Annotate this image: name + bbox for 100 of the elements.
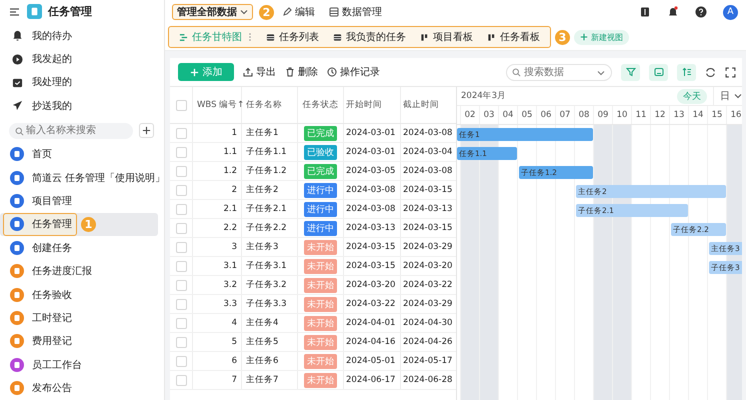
table-cell: 主任务3: [246, 241, 278, 253]
table-cell: 2024-06-28: [403, 375, 452, 385]
sidebar-item[interactable]: 项目管理: [3, 190, 77, 213]
column-header[interactable]: 开始时间: [346, 99, 382, 111]
play-icon: [12, 54, 23, 65]
row-checkbox[interactable]: [176, 204, 186, 214]
table-cell: 2024-03-20: [403, 261, 452, 271]
column-header[interactable]: 截止时间: [403, 99, 439, 111]
display-button[interactable]: [649, 64, 668, 80]
search-icon: [15, 126, 24, 136]
day-label: 13: [674, 110, 684, 120]
sidebar-item[interactable]: 我处理的: [0, 70, 164, 94]
sidebar-item[interactable]: 发布公告: [3, 376, 77, 400]
table-cell: 3.2: [223, 280, 237, 290]
status-tag: 未开始: [304, 354, 337, 368]
table-cell: 2024-03-15: [403, 185, 452, 195]
row-checkbox[interactable]: [176, 318, 186, 328]
month-label: 2024年3月: [461, 90, 506, 102]
sidebar-item[interactable]: 我发起的: [0, 47, 164, 71]
caret-icon: [734, 92, 742, 100]
sidebar-item[interactable]: 任务管理: [3, 212, 77, 236]
sidebar-item[interactable]: 抄送我的: [0, 94, 164, 118]
sidebar-item[interactable]: 费用登记: [3, 330, 77, 353]
table-cell: 2.1: [223, 204, 237, 214]
table-cell: 2024-04-26: [403, 337, 452, 347]
calendar-check-icon: [12, 76, 23, 88]
row-checkbox[interactable]: [176, 374, 186, 386]
scope-dropdown[interactable]: 管理全部数据: [172, 4, 253, 20]
add-button[interactable]: [139, 123, 154, 138]
row-checkbox[interactable]: [176, 146, 186, 158]
column-header[interactable]: 任务状态: [302, 99, 338, 111]
sidebar-item[interactable]: 创建任务: [3, 236, 77, 260]
view-tab[interactable]: 任务列表: [260, 28, 325, 46]
sidebar-item[interactable]: 员工工作台: [3, 353, 87, 376]
scale-dropdown[interactable]: 日: [713, 87, 742, 106]
row-checkbox[interactable]: [176, 222, 186, 234]
toolbar-button[interactable]: 操作记录: [327, 65, 380, 79]
select-all-checkbox[interactable]: [176, 100, 186, 110]
toolbar-link[interactable]: 编辑: [282, 5, 315, 19]
table-cell: 主任务6: [246, 355, 278, 367]
table-cell: 6: [232, 356, 237, 366]
avatar[interactable]: A: [723, 4, 738, 20]
sidebar-item[interactable]: 简道云 任务管理「使用说明」: [3, 166, 164, 190]
row-checkbox[interactable]: [176, 242, 186, 252]
trash-icon: [285, 67, 295, 77]
toolbar-link[interactable]: 数据管理: [329, 5, 382, 19]
search-field[interactable]: 搜索数据: [506, 64, 612, 80]
column-header[interactable]: 任务名称: [246, 99, 282, 111]
clock-icon: [327, 67, 337, 77]
bell-icon: [12, 30, 23, 42]
sidebar-item[interactable]: 任务进度汇报: [3, 260, 97, 283]
sidebar-item[interactable]: 我的待办: [0, 24, 164, 48]
sort-button[interactable]: [677, 64, 696, 80]
day-label: 07: [560, 110, 570, 120]
book-icon[interactable]: [639, 6, 651, 18]
row-checkbox[interactable]: [176, 184, 186, 196]
more-icon[interactable]: [248, 32, 252, 42]
table-cell: 2024-03-13: [403, 204, 452, 214]
toolbar-button[interactable]: 删除: [285, 65, 318, 79]
table-cell: 2024-03-15: [403, 223, 452, 233]
row-checkbox[interactable]: [176, 280, 186, 290]
table-cell: 2024-06-17: [346, 375, 396, 385]
table-cell: 子任务3.1: [246, 260, 287, 272]
view-tab[interactable]: 任务看板: [481, 28, 546, 46]
bell-icon[interactable]: [667, 6, 679, 18]
table-cell: 主任务4: [246, 317, 278, 329]
sidebar-item[interactable]: 任务验收: [3, 283, 77, 306]
paper-plane-icon: [12, 100, 23, 112]
table-cell: 子任务2.2: [246, 222, 287, 234]
column-header[interactable]: WBS 编号↑: [197, 99, 244, 111]
filter-button[interactable]: [621, 64, 640, 80]
status-tag: 进行中: [304, 182, 337, 198]
day-label: 08: [578, 110, 590, 120]
toolbar-button[interactable]: 导出: [243, 65, 276, 79]
table-cell: 1.2: [223, 166, 237, 176]
row-checkbox[interactable]: [176, 128, 186, 138]
table-cell: 2024-03-04: [403, 147, 452, 157]
day-label: 14: [692, 110, 704, 120]
row-checkbox[interactable]: [176, 298, 186, 310]
table-cell: 7: [232, 375, 237, 385]
row-checkbox[interactable]: [176, 336, 186, 348]
row-checkbox[interactable]: [176, 356, 186, 366]
table-icon: [333, 32, 342, 42]
fullscreen-icon[interactable]: [725, 66, 736, 78]
sidebar-item[interactable]: 工时登记: [3, 306, 77, 330]
menu-icon[interactable]: [9, 6, 21, 18]
refresh-icon[interactable]: [705, 66, 716, 78]
table-cell: 子任务2.1: [246, 203, 287, 215]
sidebar-item[interactable]: 首页: [3, 142, 57, 166]
status-tag: 未开始: [304, 372, 337, 388]
caret-icon: [240, 8, 248, 16]
app-logo-icon: [27, 4, 42, 20]
search-field[interactable]: 输入名称来搜索: [9, 122, 133, 139]
help-icon[interactable]: [695, 6, 707, 18]
view-tab[interactable]: 项目看板: [414, 28, 479, 46]
table-cell: 2024-03-01: [346, 147, 396, 157]
row-checkbox[interactable]: [176, 260, 186, 272]
view-tab[interactable]: 我负责的任务: [327, 28, 412, 46]
table-cell: 2024-05-17: [403, 356, 452, 366]
row-checkbox[interactable]: [176, 166, 186, 176]
